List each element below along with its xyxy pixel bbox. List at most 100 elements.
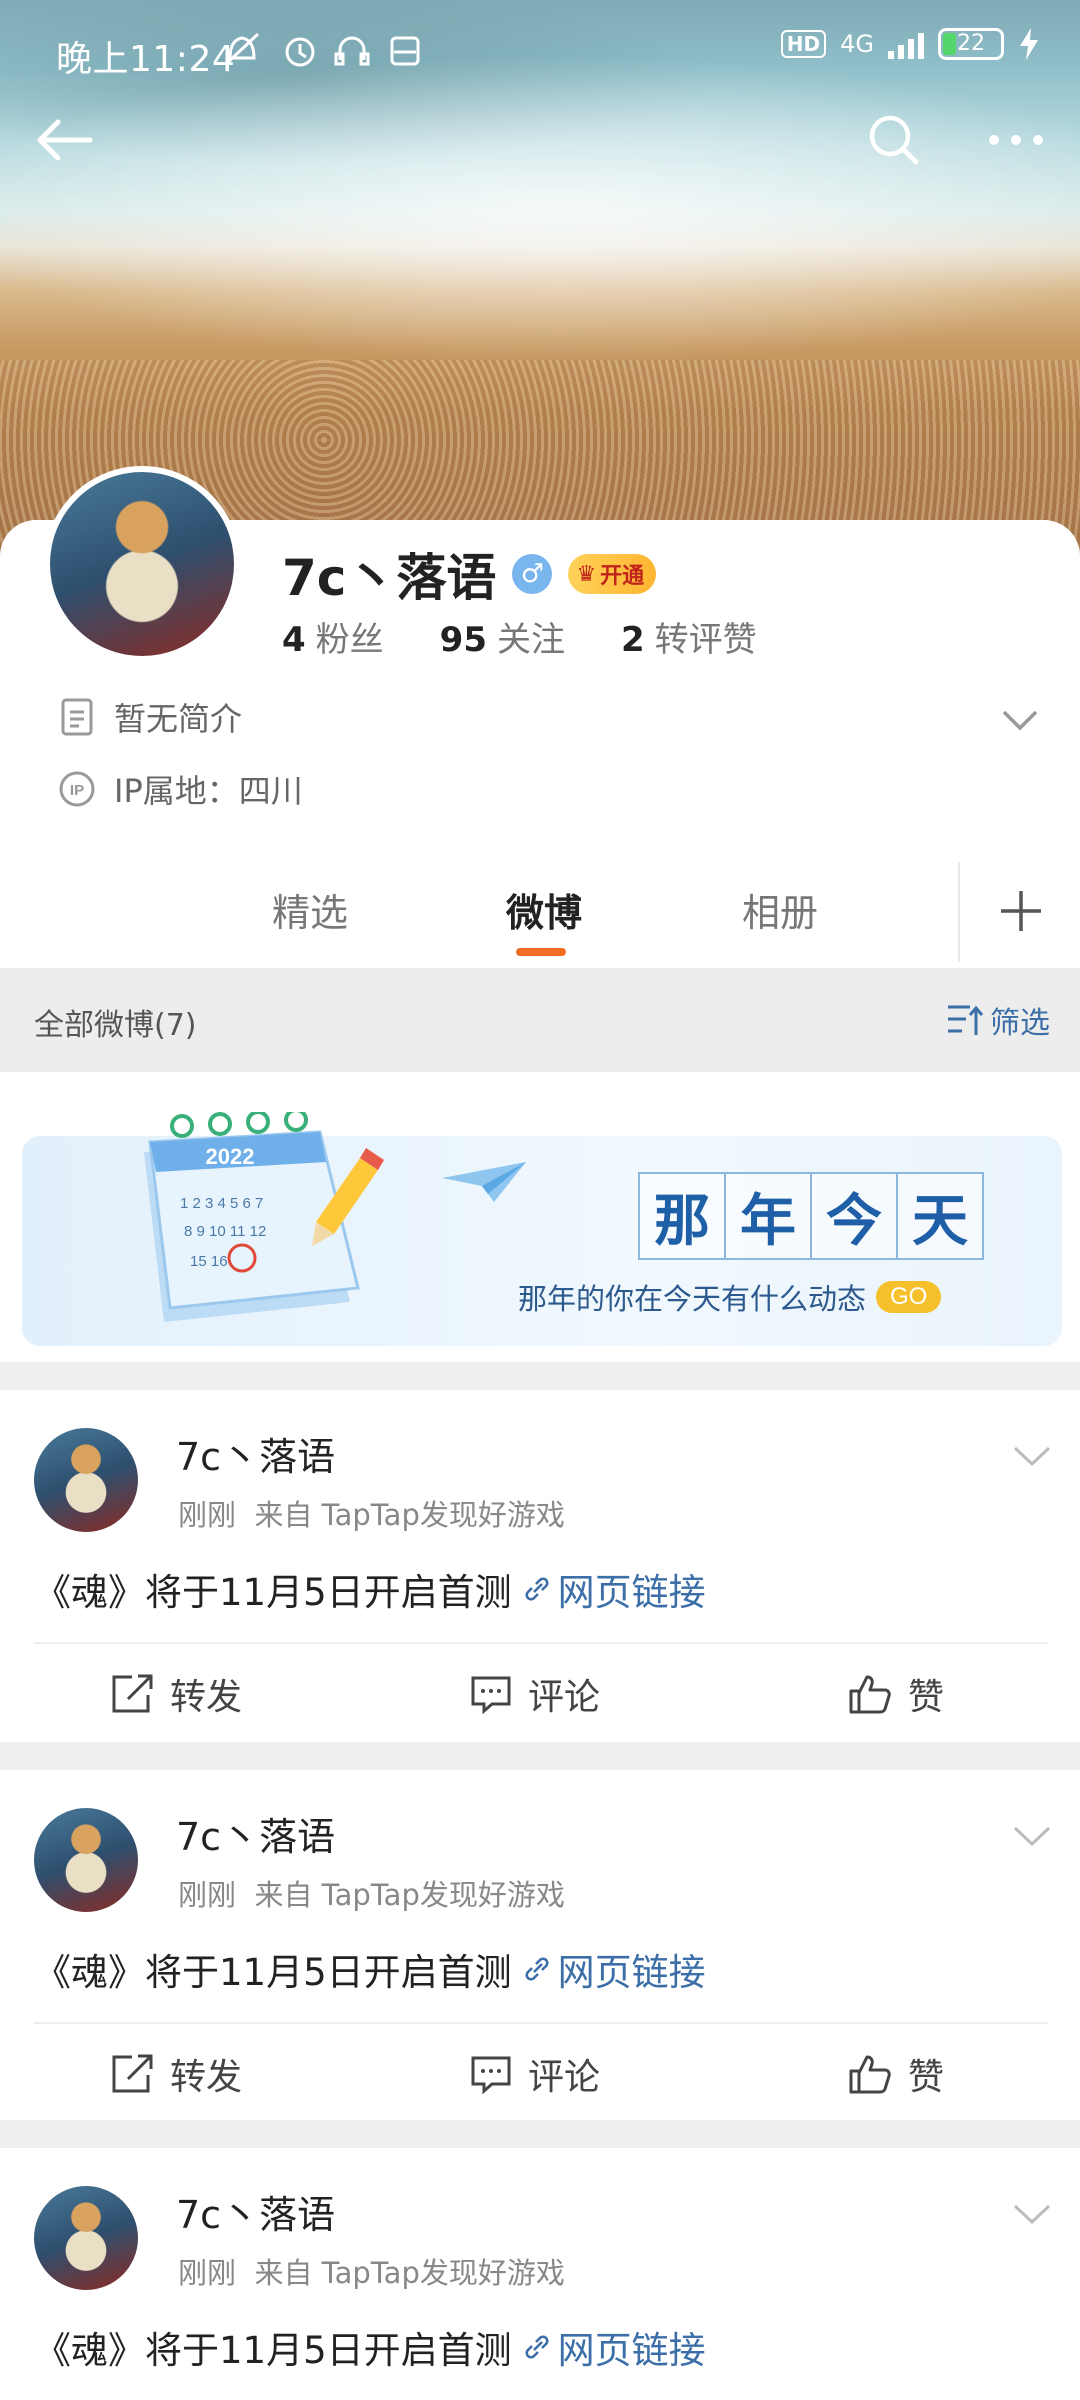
post-time: 刚刚	[178, 1498, 237, 1532]
status-bar: 晚上11:24 HD 4G 22	[0, 0, 1080, 100]
web-link-label: 网页链接	[557, 1571, 706, 1614]
more-button[interactable]	[976, 100, 1056, 180]
link-icon	[525, 1577, 549, 1601]
separator	[0, 2120, 1080, 2148]
post-source[interactable]: 来自 TapTap发现好游戏	[254, 1498, 564, 1532]
post-avatar[interactable]	[34, 1808, 138, 1912]
comment-button[interactable]: 评论	[470, 1668, 600, 1720]
charging-icon	[1020, 28, 1038, 60]
web-link-label: 网页链接	[557, 1951, 706, 1994]
post-menu-button[interactable]	[1008, 1432, 1056, 1480]
thumbs-up-icon	[849, 2055, 891, 2094]
web-link[interactable]: 网页链接	[522, 1562, 706, 1616]
post-source[interactable]: 来自 TapTap发现好游戏	[254, 2256, 564, 2290]
all-posts-label: 全部微博(7)	[34, 1008, 197, 1043]
like-button[interactable]: 赞	[848, 1668, 944, 1720]
post-body[interactable]: 《魂》将于11月5日开启首测 网页链接	[34, 2320, 706, 2374]
post-text: 《魂》将于11月5日开启首测	[34, 2329, 512, 2372]
comment-label: 评论	[528, 2057, 601, 2098]
post-meta: 刚刚 来自 TapTap发现好游戏	[178, 1872, 565, 1914]
battery-icon: 22	[938, 28, 1004, 60]
bio-row[interactable]: 暂无简介	[58, 694, 242, 740]
title-char-2: 年	[724, 1172, 812, 1260]
profile-name-row: 7c丶落语 ♂ ♛ 开通	[282, 538, 657, 610]
post-author[interactable]: 7c丶落语	[176, 1806, 335, 1861]
stat-interactions-label: 转评赞	[654, 620, 757, 660]
post-menu-button[interactable]	[1008, 2190, 1056, 2238]
post-time: 刚刚	[178, 1878, 237, 1912]
paper-plane-icon	[442, 1162, 526, 1202]
post-author[interactable]: 7c丶落语	[176, 1426, 335, 1481]
web-link-label: 网页链接	[557, 2329, 706, 2372]
crown-icon: ♛	[576, 561, 597, 587]
title-char-4: 天	[896, 1172, 984, 1260]
stat-following-value: 95	[439, 620, 487, 660]
post-body[interactable]: 《魂》将于11月5日开启首测 网页链接	[34, 1942, 706, 1996]
thumbs-up-icon	[849, 1675, 891, 1714]
post-avatar[interactable]	[34, 1428, 138, 1532]
post-menu-button[interactable]	[1008, 1812, 1056, 1860]
ip-text: IP属地：四川	[114, 772, 303, 810]
tab-album[interactable]: 相册	[700, 882, 860, 937]
svg-text:2022: 2022	[206, 1144, 255, 1169]
post-source[interactable]: 来自 TapTap发现好游戏	[254, 1878, 564, 1912]
tab-featured[interactable]: 精选	[230, 882, 390, 937]
divider	[34, 2022, 1048, 2024]
tab-divider	[958, 862, 960, 962]
post-text: 《魂》将于11月5日开启首测	[34, 1951, 512, 1994]
add-tab-button[interactable]	[990, 870, 1052, 952]
link-icon	[525, 1957, 549, 1981]
stat-fans[interactable]: 4 粉丝	[282, 612, 384, 661]
post-meta: 刚刚 来自 TapTap发现好游戏	[178, 1492, 565, 1534]
avatar-image	[34, 2186, 138, 2290]
repost-button[interactable]: 转发	[110, 2048, 242, 2100]
separator	[0, 1742, 1080, 1770]
vip-badge[interactable]: ♛ 开通	[568, 554, 657, 594]
repost-label: 转发	[170, 1677, 243, 1718]
bio-text: 暂无简介	[114, 700, 243, 738]
back-button[interactable]	[24, 100, 104, 180]
web-link[interactable]: 网页链接	[522, 2320, 706, 2374]
profile-avatar[interactable]	[44, 466, 240, 662]
comment-button[interactable]: 评论	[470, 2048, 600, 2100]
post-body[interactable]: 《魂》将于11月5日开启首测 网页链接	[34, 1562, 706, 1616]
subtitle-text: 那年的你在今天有什么动态	[518, 1282, 867, 1316]
divider	[34, 1642, 1048, 1644]
vip-label: 开通	[600, 564, 645, 589]
hd-badge: HD	[780, 30, 827, 58]
verified-male-icon[interactable]: ♂	[512, 554, 553, 594]
network-type: 4G	[840, 30, 874, 58]
go-button[interactable]: GO	[876, 1281, 942, 1313]
web-link[interactable]: 网页链接	[522, 1942, 706, 1996]
post-avatar[interactable]	[34, 2186, 138, 2290]
battery-level: 22	[957, 31, 985, 56]
stat-following[interactable]: 95 关注	[440, 612, 565, 661]
tab-weibo[interactable]: 微博	[464, 882, 624, 937]
status-right: HD 4G 22	[780, 28, 1040, 60]
link-icon	[525, 2335, 549, 2359]
ip-row: IP IP属地：四川	[58, 766, 303, 812]
like-button[interactable]: 赞	[848, 2048, 944, 2100]
ip-icon: IP	[58, 770, 96, 808]
repost-button[interactable]: 转发	[110, 1668, 242, 1720]
repost-icon	[112, 2054, 153, 2093]
profile-stats: 4 粉丝 95 关注 2 转评赞	[282, 612, 757, 661]
active-tab-indicator	[516, 948, 566, 956]
filter-button[interactable]: 筛选	[946, 998, 1050, 1042]
post-meta: 刚刚 来自 TapTap发现好游戏	[178, 2250, 565, 2292]
document-icon	[58, 698, 96, 736]
avatar-image	[34, 1428, 138, 1532]
separator	[0, 1362, 1080, 1390]
post-author[interactable]: 7c丶落语	[176, 2184, 335, 2239]
repost-icon	[112, 1674, 153, 1713]
chevron-down-icon	[1002, 710, 1038, 731]
stat-following-label: 关注	[497, 620, 565, 660]
more-icon	[989, 135, 1043, 145]
filter-icon	[948, 1005, 984, 1035]
stat-interactions[interactable]: 2 转评赞	[621, 612, 757, 661]
on-this-day-title: 那 年 今 天	[638, 1172, 984, 1260]
on-this-day-subtitle: 那年的你在今天有什么动态 GO	[518, 1276, 942, 1318]
expand-bio-button[interactable]	[996, 696, 1044, 744]
post-text: 《魂》将于11月5日开启首测	[34, 1571, 512, 1614]
search-button[interactable]	[854, 100, 934, 180]
